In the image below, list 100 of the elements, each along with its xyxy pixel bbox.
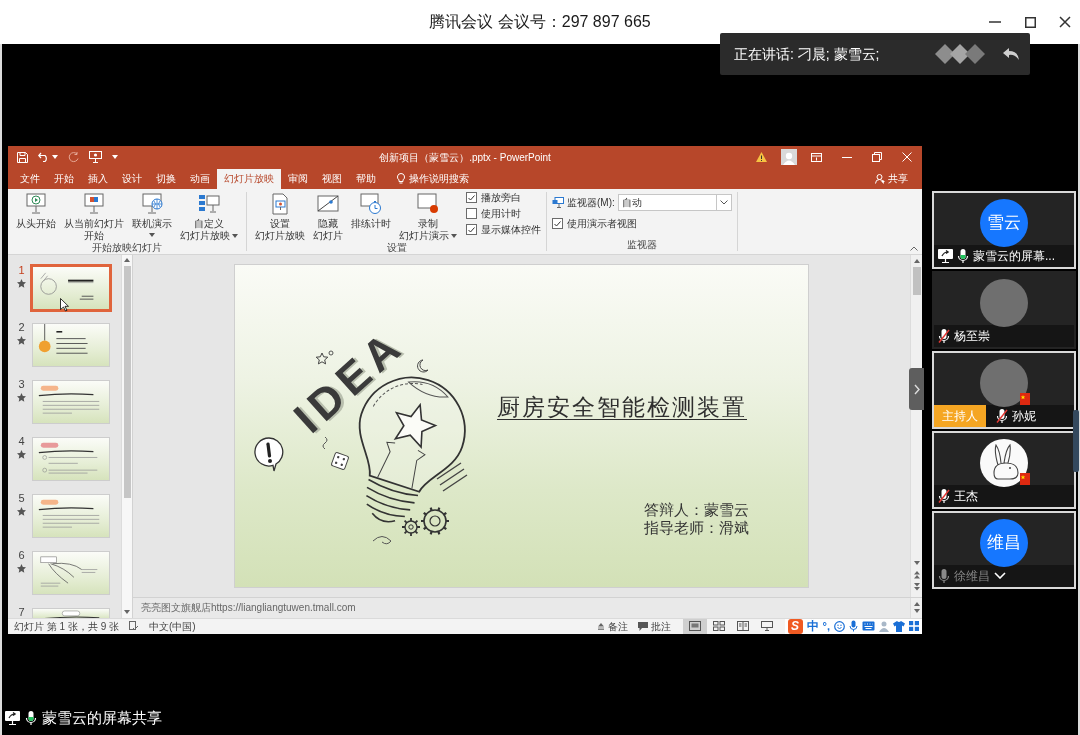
slide-number: 3 [18, 377, 25, 390]
participant-name: 孙妮 [1012, 407, 1036, 425]
ribbon-tab[interactable]: 幻灯片放映 [217, 168, 281, 189]
presentation-icon [89, 151, 102, 163]
stopwatch-icon [359, 191, 383, 216]
ribbon-tab[interactable]: 开始 [47, 168, 81, 189]
speaking-text: 正在讲话: 刁晨; 蒙雪云; [734, 44, 880, 64]
record-icon [416, 191, 440, 216]
ribbon-tab[interactable]: 动画 [183, 168, 217, 189]
checkbox[interactable] [466, 208, 477, 219]
ribbon-button[interactable]: 从当前幻灯片 开始 [61, 191, 127, 242]
caret-down-icon [112, 155, 118, 159]
minimize-icon [989, 21, 1001, 23]
ribbon-tab[interactable]: 审阅 [281, 168, 315, 189]
window-minimize-button[interactable] [842, 156, 852, 158]
microphone-icon [849, 620, 858, 632]
chevron-down-icon [719, 199, 728, 205]
participant-tile[interactable]: 杨至崇 [932, 270, 1076, 349]
chevron-up-icon [910, 245, 918, 251]
start-slideshow-button[interactable] [89, 151, 102, 163]
input-mode-toggle[interactable]: 中 [806, 619, 819, 633]
collapse-ribbon-button[interactable] [910, 245, 918, 251]
microphone-icon [938, 567, 950, 584]
slide-thumbnail[interactable] [32, 322, 110, 367]
slide-thumbnail[interactable] [32, 550, 110, 595]
ribbon-button[interactable]: 设置 幻灯片放映 [252, 191, 308, 242]
next-slide-button[interactable] [913, 580, 920, 593]
document-title: 创新项目（蒙雪云）.pptx - PowerPoint [379, 150, 551, 165]
participant-tile[interactable]: 王杰 [932, 430, 1076, 509]
ribbon-tab[interactable]: 设计 [115, 168, 149, 189]
field-label: 监视器(M): [567, 195, 615, 210]
person-icon [875, 173, 885, 184]
close-icon [902, 152, 912, 162]
slide-thumbnail[interactable] [30, 263, 112, 312]
ime-logo[interactable]: S [787, 618, 803, 634]
ribbon-tab[interactable]: 帮助 [349, 168, 383, 189]
rabbit-sketch-avatar [980, 438, 1028, 487]
chevron-right-icon [913, 383, 920, 395]
ribbon-group-label: 开始放映幻灯片 [91, 241, 163, 254]
ribbon-display-button[interactable] [811, 152, 822, 162]
ribbon-tab[interactable]: 插入 [81, 168, 115, 189]
slide-number: 4 [18, 434, 25, 447]
punctuation-toggle[interactable]: °, [822, 619, 830, 633]
ribbon-button[interactable]: 排练计时 [348, 191, 394, 230]
ribbon-tab[interactable]: 视图 [315, 168, 349, 189]
checkmark-icon [468, 226, 475, 233]
share-button[interactable]: 共享 [875, 168, 908, 189]
redo-button[interactable] [68, 151, 79, 163]
ribbon-button[interactable]: 隐藏 幻灯片 [310, 191, 346, 242]
document-check-icon [129, 621, 139, 631]
ribbon-tab[interactable]: 文件 [13, 168, 47, 189]
triangle-up-icon [124, 258, 130, 262]
triangle-up-icon [913, 258, 920, 263]
microphone-icon [25, 709, 37, 726]
panel-scrollbar-thumb[interactable] [1073, 410, 1079, 472]
ribbon-button[interactable]: 联机演示 [129, 191, 175, 237]
redo-icon [68, 151, 79, 163]
slide-thumbnail[interactable] [32, 493, 110, 538]
participant-name: 徐维昌 [954, 567, 990, 585]
slide-count: 幻灯片 第 1 张，共 9 张 [13, 619, 119, 634]
checkbox[interactable] [552, 218, 563, 229]
customize-toolbar-button[interactable] [112, 155, 118, 159]
slide-thumbnail[interactable] [32, 379, 110, 424]
slide-number: 1 [18, 263, 25, 276]
window-close-button[interactable] [902, 152, 912, 162]
ribbon-button[interactable]: 录制 幻灯片演示 [396, 191, 460, 242]
close-icon [1059, 16, 1071, 28]
undo-button[interactable] [38, 152, 58, 162]
save-button[interactable] [17, 151, 28, 163]
maximize-icon [1024, 16, 1036, 28]
language-indicator[interactable]: 中文(中国) [149, 618, 196, 634]
mouse-pointer-icon [60, 297, 69, 312]
window-restore-button[interactable] [872, 152, 882, 162]
notes-caret-icon [596, 622, 605, 630]
scrollbar-thumb[interactable] [912, 266, 921, 295]
slide-thumbnail[interactable] [32, 436, 110, 481]
reply-arrow-icon [1003, 47, 1019, 61]
collapse-panel-button[interactable] [909, 368, 924, 410]
person-silhouette-icon [783, 152, 795, 165]
ribbon-button[interactable]: 自定义 幻灯片放映 [177, 191, 241, 242]
checkbox[interactable] [466, 192, 477, 203]
participant-tile[interactable]: 维昌 徐维昌 [932, 510, 1076, 589]
ribbon-button[interactable]: 从头开始 [13, 191, 59, 230]
checkbox-label: 使用演示者视图 [567, 217, 637, 230]
comments-button[interactable]: 批注 [637, 618, 671, 634]
participant-tile[interactable]: 主持人 孙妮 [932, 350, 1076, 429]
checkbox[interactable] [466, 224, 477, 235]
triangle-down-icon [124, 610, 130, 614]
slide-number: 6 [18, 548, 25, 561]
normal-view-button[interactable] [682, 618, 707, 634]
tell-me-search[interactable]: 操作说明搜索 [409, 171, 469, 186]
monitor-select[interactable]: 自动 [617, 193, 732, 211]
ribbon-tab[interactable]: 切换 [149, 168, 183, 189]
double-down-arrow-icon [913, 582, 920, 591]
notes-button[interactable]: 备注 [596, 618, 628, 634]
participant-tile[interactable]: 雪云 蒙雪云的屏幕... [932, 190, 1076, 269]
minimize-icon [842, 156, 852, 158]
scrollbar-thumb[interactable] [123, 265, 131, 498]
notes-pane[interactable]: 亮亮图文旗舰店https://liangliangtuwen.tmall.com [133, 596, 922, 618]
notes-text: 亮亮图文旗舰店https://liangliangtuwen.tmall.com [140, 601, 357, 615]
